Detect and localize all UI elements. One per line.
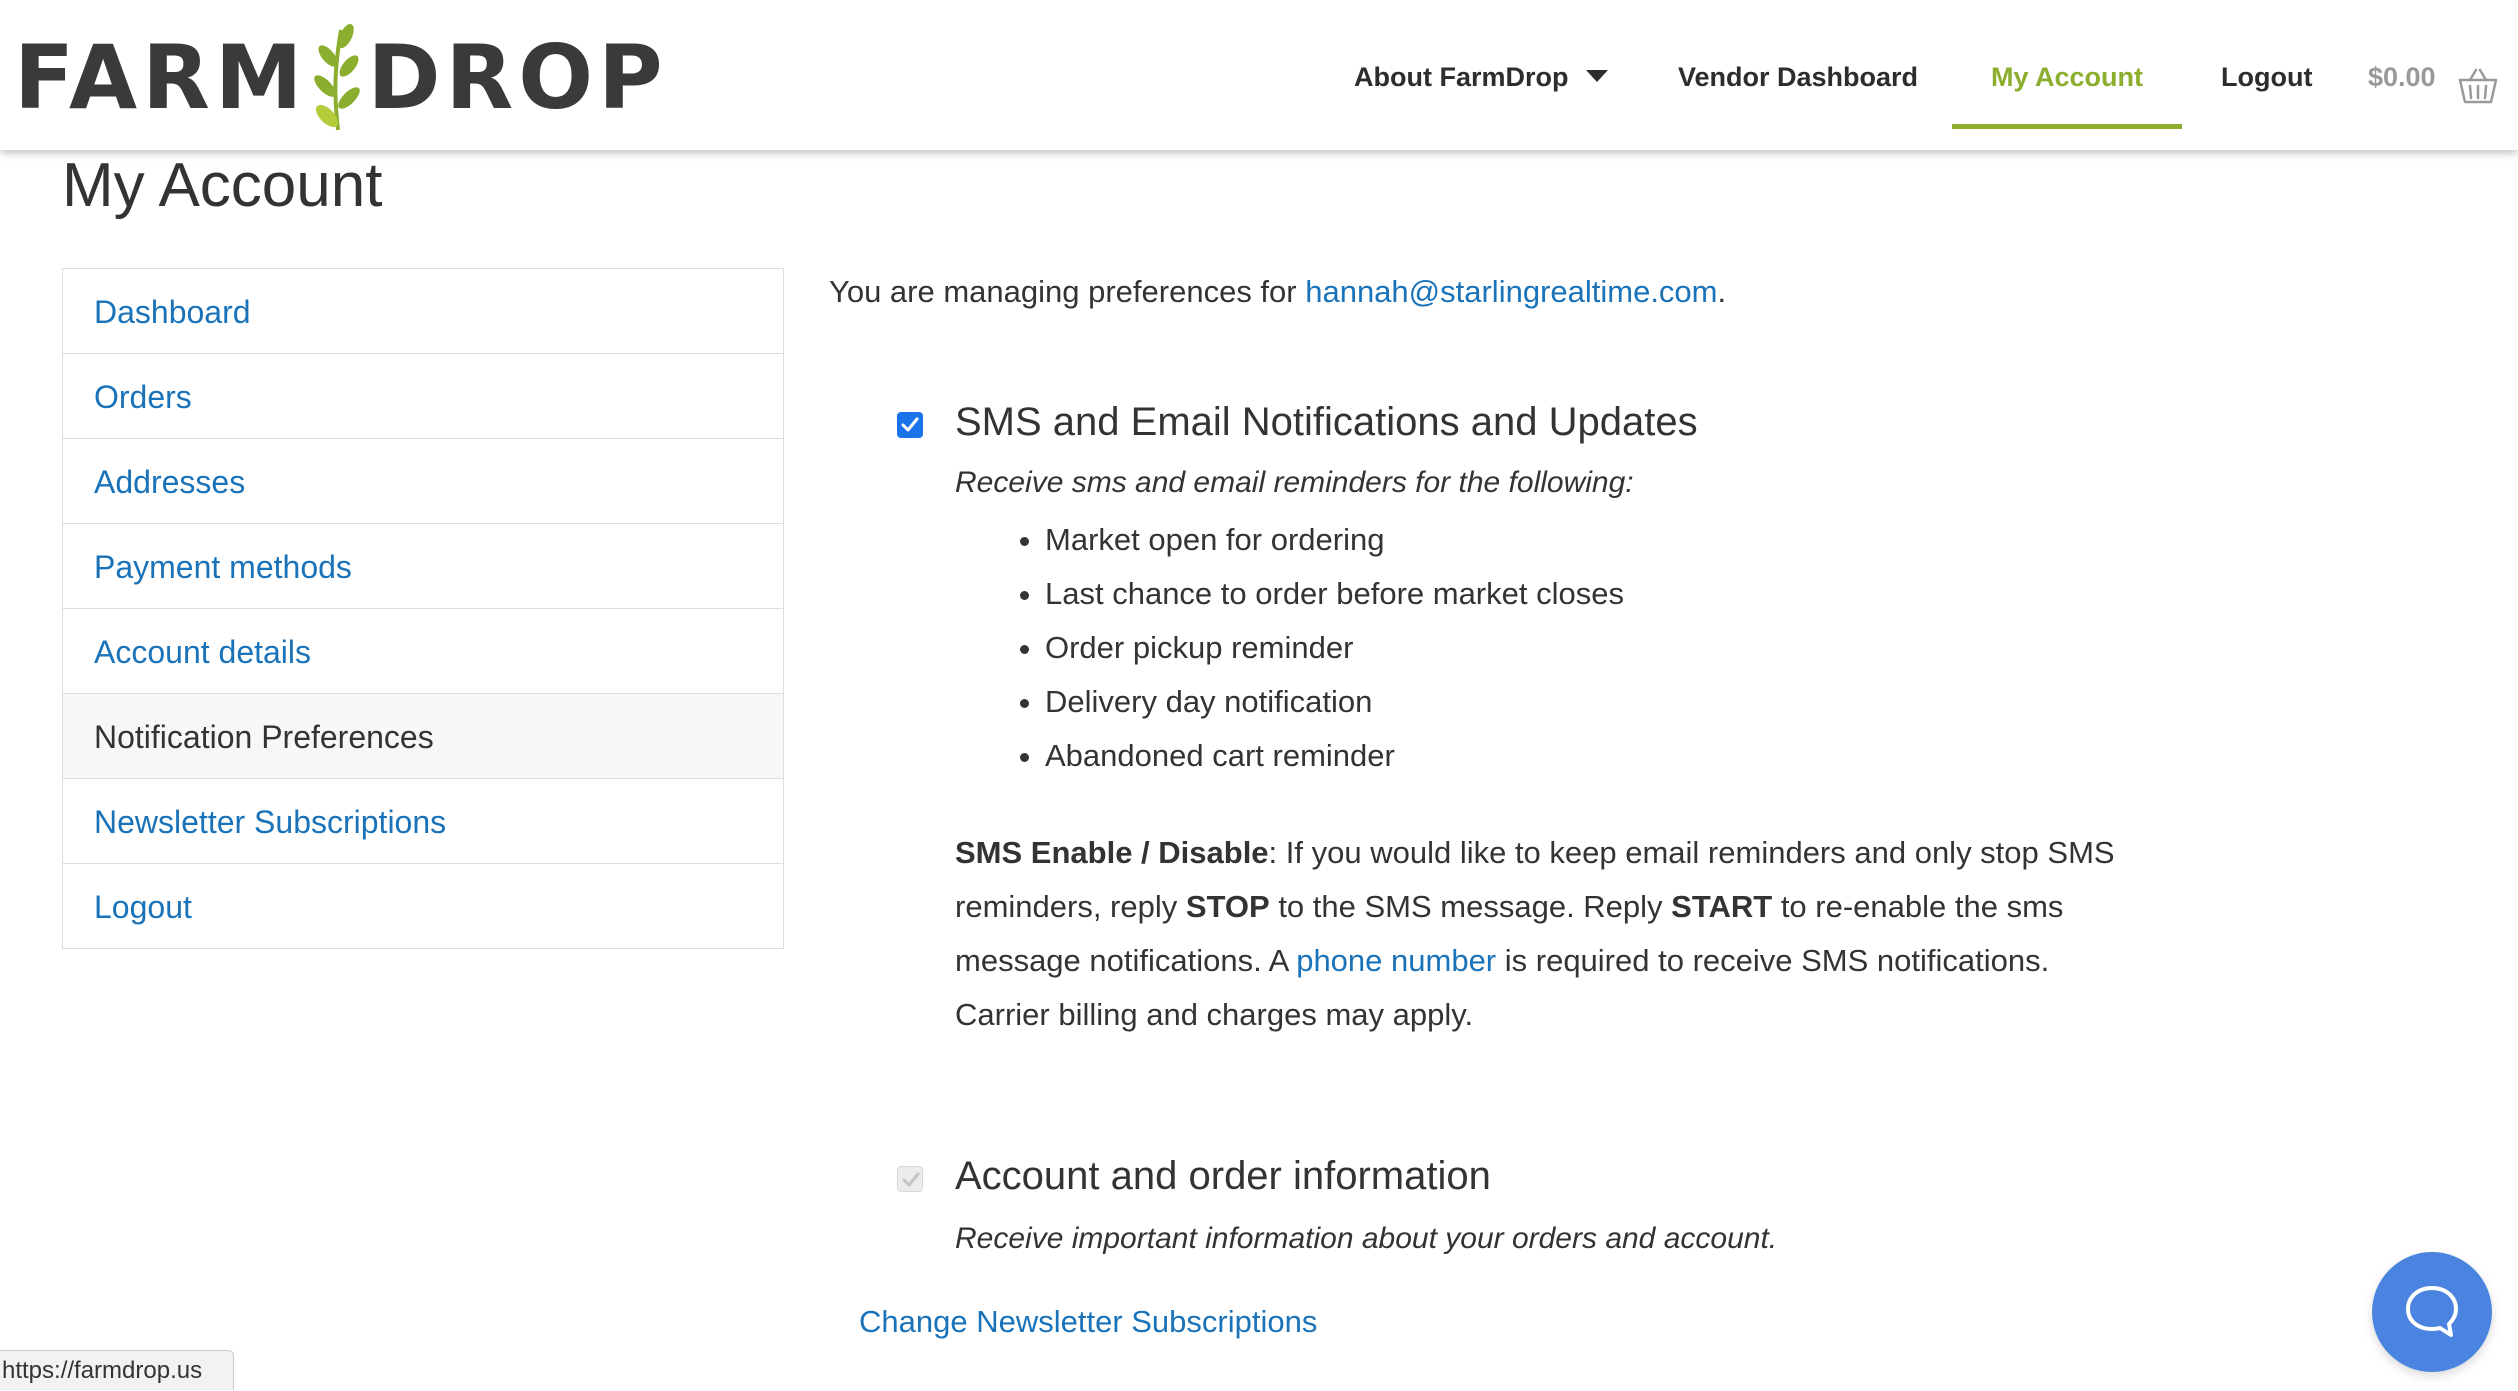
account-email-link[interactable]: hannah@starlingrealtime.com bbox=[1305, 274, 1717, 309]
check-icon bbox=[902, 1172, 920, 1187]
account-sidebar: Dashboard Orders Addresses Payment metho… bbox=[62, 268, 784, 949]
chat-button[interactable] bbox=[2372, 1252, 2492, 1372]
sidebar-item-payment-methods[interactable]: Payment methods bbox=[63, 524, 783, 609]
intro-suffix: . bbox=[1717, 274, 1727, 309]
sidebar-item-logout[interactable]: Logout bbox=[63, 864, 783, 949]
account-order-title: Account and order information bbox=[955, 1154, 1491, 1198]
link-status-bar: https://farmdrop.us bbox=[0, 1350, 234, 1390]
list-item: Order pickup reminder bbox=[1045, 621, 1624, 675]
site-header: FARM DROP About FarmDrop Vendor Dashboar… bbox=[0, 0, 2518, 150]
managing-intro: You are managing preferences for hannah@… bbox=[829, 274, 1726, 310]
nav-about-label: About FarmDrop bbox=[1354, 62, 1569, 92]
nav-logout[interactable]: Logout bbox=[2221, 62, 2312, 93]
sidebar-item-orders[interactable]: Orders bbox=[63, 354, 783, 439]
sidebar-item-dashboard[interactable]: Dashboard bbox=[63, 269, 783, 354]
sms-para-part-2: to the SMS message. Reply bbox=[1269, 889, 1672, 924]
sms-email-checkbox[interactable] bbox=[897, 412, 923, 438]
account-order-checkbox bbox=[897, 1166, 923, 1192]
logo-text-drop: DROP bbox=[367, 25, 668, 129]
nav-about-farmdrop[interactable]: About FarmDrop bbox=[1354, 62, 1609, 93]
page-title: My Account bbox=[62, 151, 383, 220]
sms-email-description: Receive sms and email reminders for the … bbox=[955, 466, 1634, 499]
sprout-icon bbox=[314, 23, 361, 131]
caret-down-icon bbox=[1586, 69, 1609, 82]
list-item: Market open for ordering bbox=[1045, 513, 1624, 567]
sms-enable-disable-text: SMS Enable / Disable: If you would like … bbox=[955, 826, 2135, 1042]
stop-keyword: STOP bbox=[1185, 889, 1270, 924]
logo-text-farm: FARM bbox=[14, 25, 308, 129]
cart-total[interactable]: $0.00 bbox=[2368, 62, 2436, 93]
sidebar-item-newsletter-subscriptions[interactable]: Newsletter Subscriptions bbox=[63, 779, 783, 864]
basket-icon[interactable] bbox=[2458, 68, 2498, 106]
start-keyword: START bbox=[1671, 889, 1773, 924]
reminder-list: Market open for ordering Last chance to … bbox=[955, 513, 1624, 783]
change-newsletter-subscriptions-link[interactable]: Change Newsletter Subscriptions bbox=[859, 1304, 1317, 1340]
sms-enable-label: SMS Enable / Disable bbox=[955, 835, 1269, 870]
sidebar-item-addresses[interactable]: Addresses bbox=[63, 439, 783, 524]
account-order-description: Receive important information about your… bbox=[955, 1222, 1778, 1255]
list-item: Abandoned cart reminder bbox=[1045, 729, 1624, 783]
list-item: Delivery day notification bbox=[1045, 675, 1624, 729]
sidebar-item-account-details[interactable]: Account details bbox=[63, 609, 783, 694]
sms-email-title: SMS and Email Notifications and Updates bbox=[955, 400, 1698, 444]
phone-number-link[interactable]: phone number bbox=[1296, 943, 1496, 978]
check-icon bbox=[901, 417, 919, 432]
chat-bubble-icon bbox=[2406, 1286, 2458, 1337]
sidebar-item-notification-preferences: Notification Preferences bbox=[63, 694, 783, 779]
list-item: Last chance to order before market close… bbox=[1045, 567, 1624, 621]
farmdrop-logo[interactable]: FARM DROP bbox=[14, 22, 668, 132]
nav-vendor-dashboard[interactable]: Vendor Dashboard bbox=[1678, 62, 1918, 93]
nav-my-account[interactable]: My Account bbox=[1991, 62, 2143, 93]
nav-active-underline bbox=[1952, 124, 2182, 129]
intro-prefix: You are managing preferences for bbox=[829, 274, 1306, 309]
